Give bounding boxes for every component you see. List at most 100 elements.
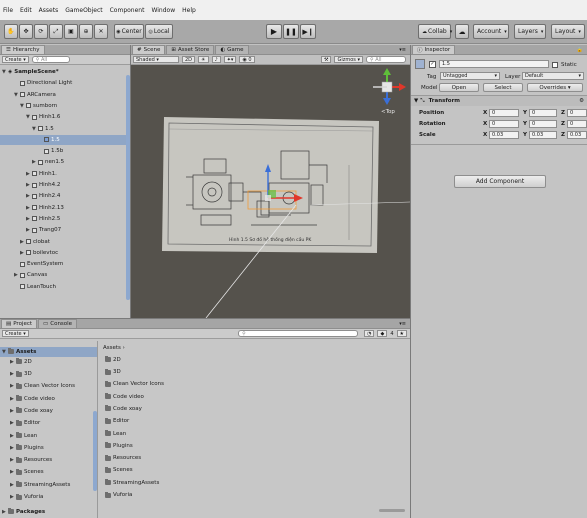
project-file-item[interactable]: Vuforia	[105, 490, 132, 500]
panel-menu-icon[interactable]: ▾≡	[399, 321, 406, 327]
scale-tool-button[interactable]: ⤢	[49, 24, 63, 39]
collab-dropdown[interactable]: ☁ Collab	[418, 24, 451, 39]
model-select-button[interactable]: Select	[483, 83, 523, 92]
effects-dropdown[interactable]: ✦ ▾	[223, 56, 237, 63]
hierarchy-item[interactable]: 1.5b	[0, 146, 126, 156]
hierarchy-item[interactable]: ▶ clobat	[0, 237, 126, 247]
tab-asset-store[interactable]: ⊞ Asset Store	[166, 45, 215, 54]
project-file-item[interactable]: Lean	[105, 429, 126, 439]
tree-folder-item[interactable]: ▶ Code video	[0, 394, 55, 404]
hierarchy-item[interactable]: ▶ Hinh2.4	[0, 191, 126, 201]
tree-folder-item[interactable]: ▶ Scenes	[0, 468, 44, 478]
tree-root-packages[interactable]: ▶ Packages	[0, 507, 45, 517]
search-by-label-button[interactable]: ◆	[377, 330, 388, 337]
hierarchy-item[interactable]: ▼ Hinh1.6	[0, 112, 126, 122]
tab-game[interactable]: ◐ Game	[215, 45, 249, 54]
hierarchy-item[interactable]: ▶ Hinh2.5	[0, 214, 126, 224]
step-button[interactable]: ▶❙	[300, 24, 316, 39]
rotation-x-field[interactable]: 0	[489, 120, 519, 128]
panel-menu-icon[interactable]: ▾≡	[399, 47, 406, 53]
project-file-item[interactable]: Scenes	[105, 466, 133, 476]
tree-folder-item[interactable]: ▶ Editor	[0, 419, 40, 429]
project-search-input[interactable]: ⚲	[238, 330, 359, 337]
position-x-field[interactable]: 0	[489, 109, 519, 117]
hierarchy-item[interactable]: ▼ 1.5	[0, 124, 126, 134]
object-name-field[interactable]: 1.5	[439, 60, 549, 68]
tree-folder-item[interactable]: ▶ Code xoay	[0, 406, 53, 416]
tree-folder-item[interactable]: ▶ 2D	[0, 357, 32, 367]
settings-gear-icon[interactable]: ⚙	[579, 98, 584, 104]
project-file-item[interactable]: Editor	[105, 417, 129, 427]
tools-toggle[interactable]: ⚒	[320, 56, 332, 63]
rotation-z-field[interactable]: 0	[567, 120, 587, 128]
search-by-type-button[interactable]: ◔	[364, 330, 375, 337]
rotate-tool-button[interactable]: ⟳	[34, 24, 48, 39]
account-dropdown[interactable]: Account	[473, 24, 509, 39]
favorite-button[interactable]: ★	[396, 330, 407, 337]
static-checkbox[interactable]	[552, 62, 558, 68]
scene-viewport[interactable]: Hình 1.5 Sơ đồ hệ thống điện cầu PK <Top	[131, 65, 410, 318]
project-file-item[interactable]: Code xoay	[105, 404, 142, 414]
tab-inspector[interactable]: ⓘ Inspector	[412, 45, 456, 54]
menu-file[interactable]: File	[3, 7, 13, 14]
project-file-item[interactable]: 3D	[105, 367, 121, 377]
shading-mode-dropdown[interactable]: Shaded ▾	[133, 56, 179, 63]
transform-tool-button[interactable]: ⊕	[79, 24, 93, 39]
menu-gameobject[interactable]: GameObject	[65, 7, 102, 14]
scale-y-field[interactable]: 0.03	[529, 131, 557, 139]
tab-scene[interactable]: # Scene	[132, 45, 166, 54]
pause-button[interactable]: ❚❚	[283, 24, 299, 39]
hand-tool-button[interactable]: ✋	[4, 24, 18, 39]
project-create-dropdown[interactable]: Create ▾	[2, 330, 29, 337]
hierarchy-item[interactable]: ▶ Trang07	[0, 225, 126, 235]
lock-icon[interactable]: 🔒	[577, 47, 583, 53]
tree-folder-item[interactable]: ▶ Resources	[0, 455, 52, 465]
icon-size-slider[interactable]	[379, 509, 405, 512]
layer-dropdown[interactable]: Default ▾	[522, 72, 584, 80]
scale-x-field[interactable]: 0.03	[489, 131, 519, 139]
layout-dropdown[interactable]: Layout	[551, 24, 585, 39]
orientation-gizmo[interactable]	[367, 67, 407, 107]
perspective-label[interactable]: <Top	[381, 109, 395, 115]
project-file-item[interactable]: StreamingAssets	[105, 478, 159, 488]
project-file-item[interactable]: 2D	[105, 355, 121, 365]
rect-tool-button[interactable]: ▣	[64, 24, 78, 39]
hierarchy-item[interactable]: EventSystem	[0, 259, 126, 269]
gizmos-dropdown[interactable]: Gizmos ▾	[334, 56, 363, 63]
add-component-button[interactable]: Add Component	[454, 175, 546, 188]
hierarchy-item[interactable]: ▶ Hinh1.	[0, 169, 126, 179]
services-button[interactable]: ☁	[455, 24, 469, 39]
scale-z-field[interactable]: 0.03	[567, 131, 587, 139]
menu-help[interactable]: Help	[182, 7, 196, 14]
menu-edit[interactable]: Edit	[20, 7, 32, 14]
hierarchy-item[interactable]: ▶ Canvas	[0, 270, 126, 280]
breadcrumb-assets[interactable]: Assets	[103, 345, 121, 351]
hierarchy-item[interactable]: ▶ boilevtoc	[0, 248, 126, 258]
project-file-item[interactable]: Resources	[105, 453, 141, 463]
tree-folder-item[interactable]: ▶ Lean	[0, 431, 37, 441]
move-tool-button[interactable]: ✥	[19, 24, 33, 39]
tree-folder-item[interactable]: ▶ 3D	[0, 369, 32, 379]
play-button[interactable]: ▶	[266, 24, 282, 39]
position-z-field[interactable]: 0	[567, 109, 587, 117]
hierarchy-item[interactable]: ▼ sumborn	[0, 101, 126, 111]
menu-assets[interactable]: Assets	[39, 7, 59, 14]
hierarchy-item[interactable]: ▶ Hinh4.2	[0, 180, 126, 190]
hierarchy-scrollbar[interactable]	[126, 75, 130, 300]
project-file-item[interactable]: Clean Vector Icons	[105, 380, 164, 390]
lighting-toggle[interactable]: ☀	[198, 56, 209, 63]
tree-folder-item[interactable]: ▶ Clean Vector Icons	[0, 382, 75, 392]
hierarchy-item[interactable]: ▶ nen1.5	[0, 157, 126, 167]
audio-toggle[interactable]: ♪	[211, 56, 221, 63]
rotation-y-field[interactable]: 0	[529, 120, 557, 128]
pivot-center-toggle[interactable]: ◉ Center	[114, 24, 144, 39]
hierarchy-item[interactable]: LeanTouch	[0, 282, 126, 292]
layers-dropdown[interactable]: Layers	[514, 24, 546, 39]
hierarchy-item[interactable]: ▼ ◈ SampleScene*	[0, 67, 126, 77]
hierarchy-item[interactable]: ▶ Hinh2.13	[0, 203, 126, 213]
hierarchy-item[interactable]: Directional Light	[0, 78, 126, 88]
position-y-field[interactable]: 0	[529, 109, 557, 117]
overrides-dropdown[interactable]: Overrides ▾	[527, 83, 583, 92]
2d-toggle[interactable]: 2D	[182, 56, 196, 63]
menu-window[interactable]: Window	[151, 7, 175, 14]
